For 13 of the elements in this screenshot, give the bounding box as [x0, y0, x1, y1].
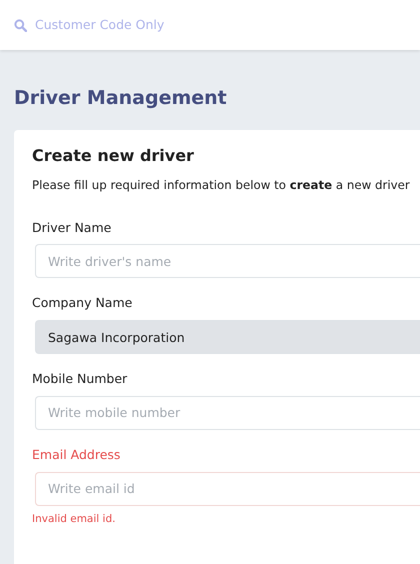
field-label: Email Address [32, 446, 122, 464]
field-label: Mobile Number [32, 370, 128, 388]
input-field[interactable]: Write email id [35, 472, 420, 506]
field-label: Driver Name [32, 218, 112, 237]
error-message: Invalid email id. [32, 512, 116, 527]
card-title: Create new driver [32, 146, 195, 165]
page-title: Driver Management [14, 87, 228, 110]
search-icon [14, 18, 27, 32]
search-field[interactable]: Customer Code Only [35, 16, 235, 34]
card-description: Please fill up required information below to create a new driver [32, 176, 411, 194]
field-label: Company Name [32, 294, 134, 312]
input-field[interactable]: Write driver's name [35, 244, 420, 278]
input-field[interactable]: Write mobile number [35, 396, 420, 430]
